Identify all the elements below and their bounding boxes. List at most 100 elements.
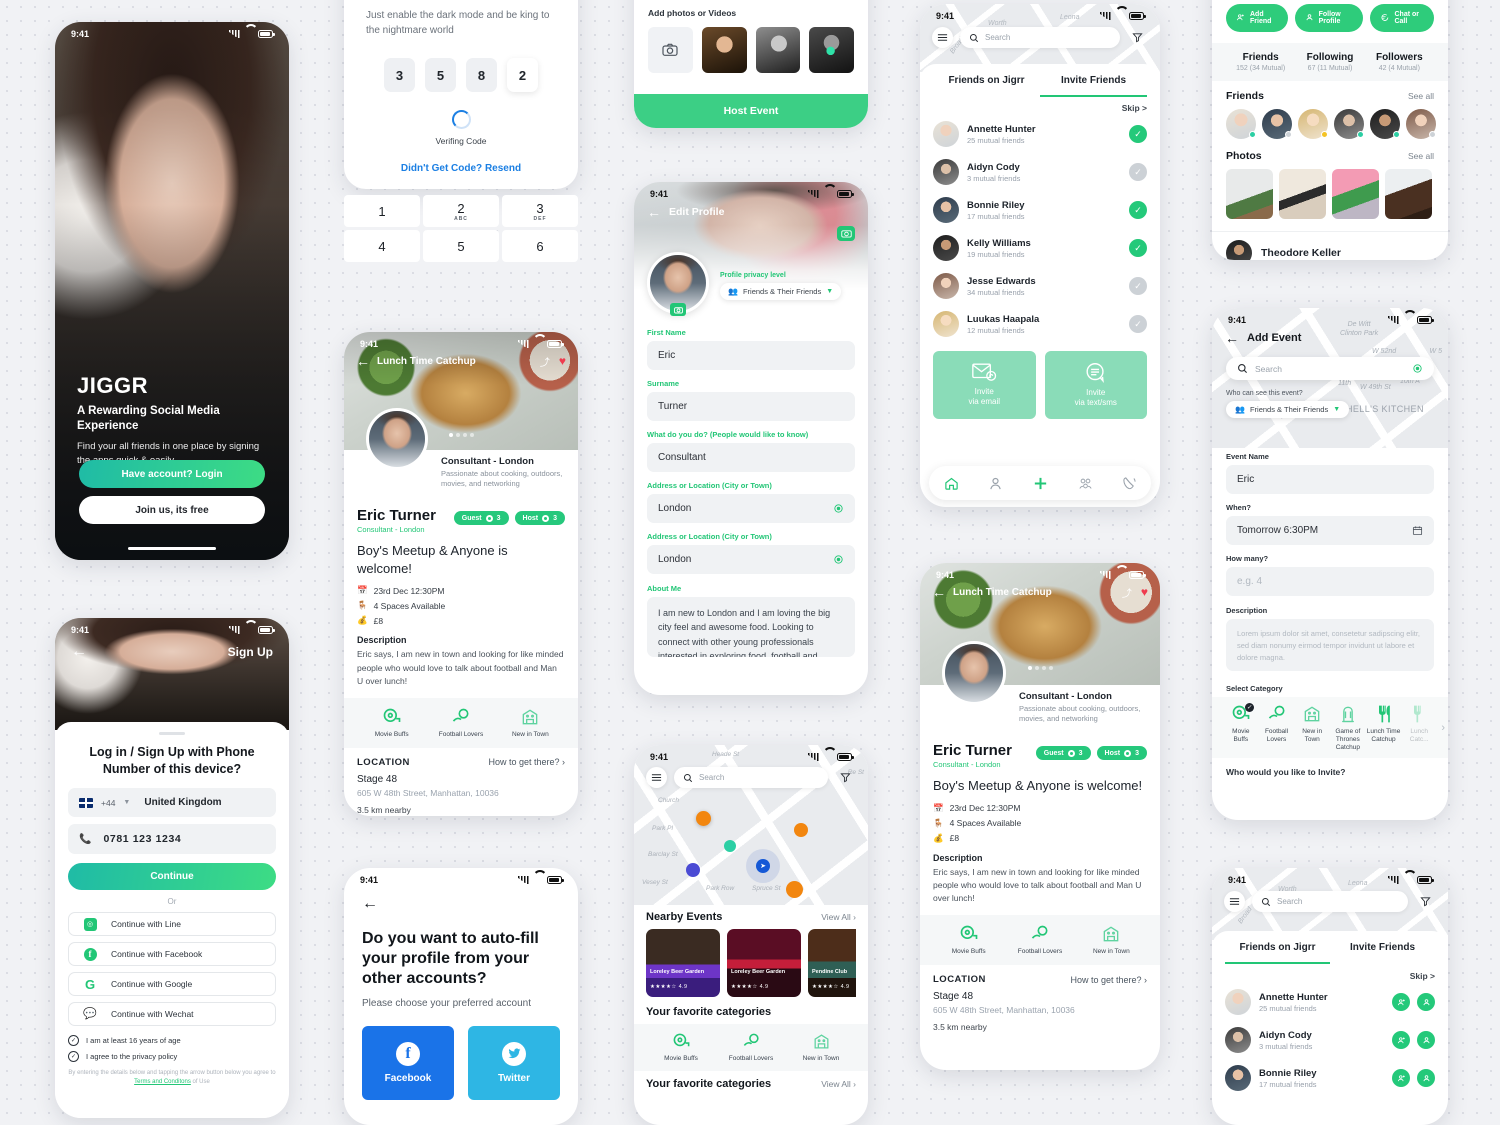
profile-icon[interactable] [988, 476, 1003, 491]
locate-icon[interactable] [1412, 363, 1423, 374]
chevron-right-icon[interactable]: › [1441, 722, 1445, 734]
check-circle-icon[interactable]: ✓ [68, 1035, 79, 1046]
field-input[interactable]: London [647, 545, 855, 574]
resend-link[interactable]: Didn't Get Code? Resend [366, 163, 556, 174]
list-item[interactable]: Aidyn Cody 3 mutual friends ✓ [933, 153, 1147, 191]
back-icon[interactable]: ← [362, 895, 560, 913]
locate-icon[interactable] [833, 503, 844, 514]
add-photo-button[interactable] [648, 27, 693, 73]
tab-friends-on-jigrr[interactable]: Friends on Jigrr [1225, 931, 1330, 964]
code-input-group[interactable]: 3 5 8 2 [366, 58, 556, 92]
friends-avatars[interactable] [1226, 109, 1436, 139]
add-friend-button[interactable] [1392, 1031, 1410, 1049]
code-digit-1[interactable]: 3 [384, 58, 415, 92]
chat-or-call-button[interactable]: Chat or Call [1370, 4, 1434, 32]
category-lunch-time-catchup[interactable]: Lunch Time Catchup [1367, 704, 1401, 751]
keypad-key-2[interactable]: 2 ABC [423, 195, 499, 227]
invite-via-email-button[interactable]: Invite via email [933, 351, 1036, 419]
visibility-selector[interactable]: 👥 Friends & Their Friends ▼ [1226, 401, 1350, 418]
follow-profile-button[interactable]: Follow Profile [1294, 4, 1364, 32]
about-textarea[interactable]: I am new to London and I am loving the b… [647, 597, 855, 657]
check-circle-icon[interactable]: ✓ [68, 1051, 79, 1062]
map-pin[interactable] [686, 863, 700, 877]
list-item[interactable]: Bonnie Riley 17 mutual friends ✓ [933, 191, 1147, 229]
tab-bar[interactable] [929, 466, 1151, 500]
skip-link[interactable]: Skip > [1225, 971, 1435, 981]
field-input[interactable]: Tomorrow 6:30PM [1226, 516, 1434, 545]
category-movie-buffs[interactable]: Movie Buffs [933, 924, 1004, 956]
drag-handle[interactable] [159, 732, 185, 735]
list-item[interactable]: Annette Hunter 25 mutual friends ✓ [933, 115, 1147, 153]
facebook-autofill-button[interactable]: f Facebook [362, 1025, 454, 1100]
avatar-camera-button[interactable] [670, 303, 686, 316]
view-all-link[interactable]: View All › [821, 912, 856, 922]
add-friend-button[interactable] [1392, 993, 1410, 1011]
tab-friends-on-jigrr[interactable]: Friends on Jigrr [933, 64, 1040, 97]
event-card[interactable]: Loreley Beer Garden ★★★★☆ 4.9 [727, 929, 801, 997]
share-icon[interactable]: ⤴ [1122, 585, 1132, 600]
join-button[interactable]: Join us, its free [79, 496, 265, 524]
photos-see-all[interactable]: See all [1408, 151, 1434, 161]
menu-icon[interactable] [646, 767, 667, 788]
photo-thumb[interactable] [1385, 169, 1432, 219]
calendar-icon[interactable] [1412, 525, 1423, 536]
directions-link[interactable]: How to get there? › [488, 757, 565, 767]
category-new-in-town[interactable]: New in Town [1295, 704, 1329, 751]
keypad-key-6[interactable]: 6 [502, 230, 578, 262]
category-new-in-town[interactable]: New in Town [786, 1032, 856, 1063]
search-input[interactable]: Search [1226, 357, 1434, 380]
keypad-key-3[interactable]: 3 DEF [502, 195, 578, 227]
view-all-link[interactable]: View All › [821, 1079, 856, 1089]
category-picker[interactable]: ✓ Movie Buffs Football Lovers New in Tow… [1212, 697, 1448, 759]
directions-link[interactable]: How to get there? › [1070, 975, 1147, 985]
menu-icon[interactable] [1224, 891, 1245, 912]
friends-tabs-2[interactable]: Friends on Jigrr Invite Friends [1225, 931, 1435, 964]
keypad-key-1[interactable]: 1 [344, 195, 420, 227]
category-football-lovers[interactable]: Football Lovers [1260, 704, 1294, 751]
add-friend-button[interactable]: Add Friend [1226, 4, 1288, 32]
back-icon[interactable]: ← [356, 353, 370, 369]
social-login-wechat[interactable]: 💬 Continue with Wechat [68, 1002, 276, 1026]
category-lunch-catchup-partial[interactable]: Lunch Catc... [1402, 704, 1436, 751]
select-toggle[interactable]: ✓ [1129, 125, 1147, 143]
photos-grid[interactable] [1226, 169, 1434, 219]
heart-icon[interactable]: ♥ [559, 354, 566, 368]
social-login-line[interactable]: ◎ Continue with Line [68, 912, 276, 936]
code-digit-2[interactable]: 5 [425, 58, 456, 92]
home-icon[interactable] [944, 476, 959, 491]
invite-via-sms-button[interactable]: Invite via text/sms [1044, 351, 1147, 419]
search-input[interactable]: Search [1252, 891, 1408, 912]
call-icon[interactable] [1122, 476, 1137, 491]
numeric-keypad[interactable]: 1 2 ABC 3 DEF 4 5 6 [344, 195, 578, 262]
locate-icon[interactable] [833, 554, 844, 565]
back-icon[interactable]: ← [71, 644, 87, 660]
media-thumb[interactable] [755, 27, 801, 73]
category-movie-buffs[interactable]: Movie Buffs [357, 707, 426, 739]
twitter-autofill-button[interactable]: Twitter [468, 1025, 560, 1100]
category-football-lovers[interactable]: Football Lovers [1004, 924, 1075, 956]
media-thumb[interactable] [809, 27, 854, 73]
list-item[interactable]: Annette Hunter 25 mutual friends [1225, 983, 1435, 1021]
friends-tabs[interactable]: Friends on Jigrr Invite Friends [933, 64, 1147, 97]
select-toggle[interactable]: ✓ [1129, 315, 1147, 333]
terms-link[interactable]: Terms and Conditons [134, 1079, 191, 1085]
share-icon[interactable]: ⤴ [540, 354, 550, 369]
back-icon[interactable]: ← [932, 584, 946, 600]
menu-icon[interactable] [932, 27, 953, 48]
search-input[interactable]: Search [960, 27, 1120, 48]
event-card[interactable]: Pendine Club ★★★★☆ 4.9 [808, 929, 856, 997]
map-pin[interactable] [786, 881, 803, 898]
follow-button[interactable] [1417, 993, 1435, 1011]
select-toggle[interactable]: ✓ [1129, 277, 1147, 295]
search-input[interactable]: Search [674, 767, 828, 788]
category-new-in-town[interactable]: New in Town [1076, 924, 1147, 956]
field-input[interactable]: Turner [647, 392, 855, 421]
follow-button[interactable] [1417, 1069, 1435, 1087]
map-pin[interactable] [696, 811, 711, 826]
skip-link[interactable]: Skip > [933, 103, 1147, 113]
phone-input[interactable]: 📞 0781 123 1234 [68, 824, 276, 854]
profile-action-buttons[interactable]: Add Friend Follow Profile Chat or Call [1226, 4, 1434, 32]
nearby-events-list[interactable]: Loreley Beer Garden ★★★★☆ 4.9 Loreley Be… [646, 929, 856, 997]
keypad-key-4[interactable]: 4 [344, 230, 420, 262]
category-football-lovers[interactable]: Football Lovers [716, 1032, 786, 1063]
